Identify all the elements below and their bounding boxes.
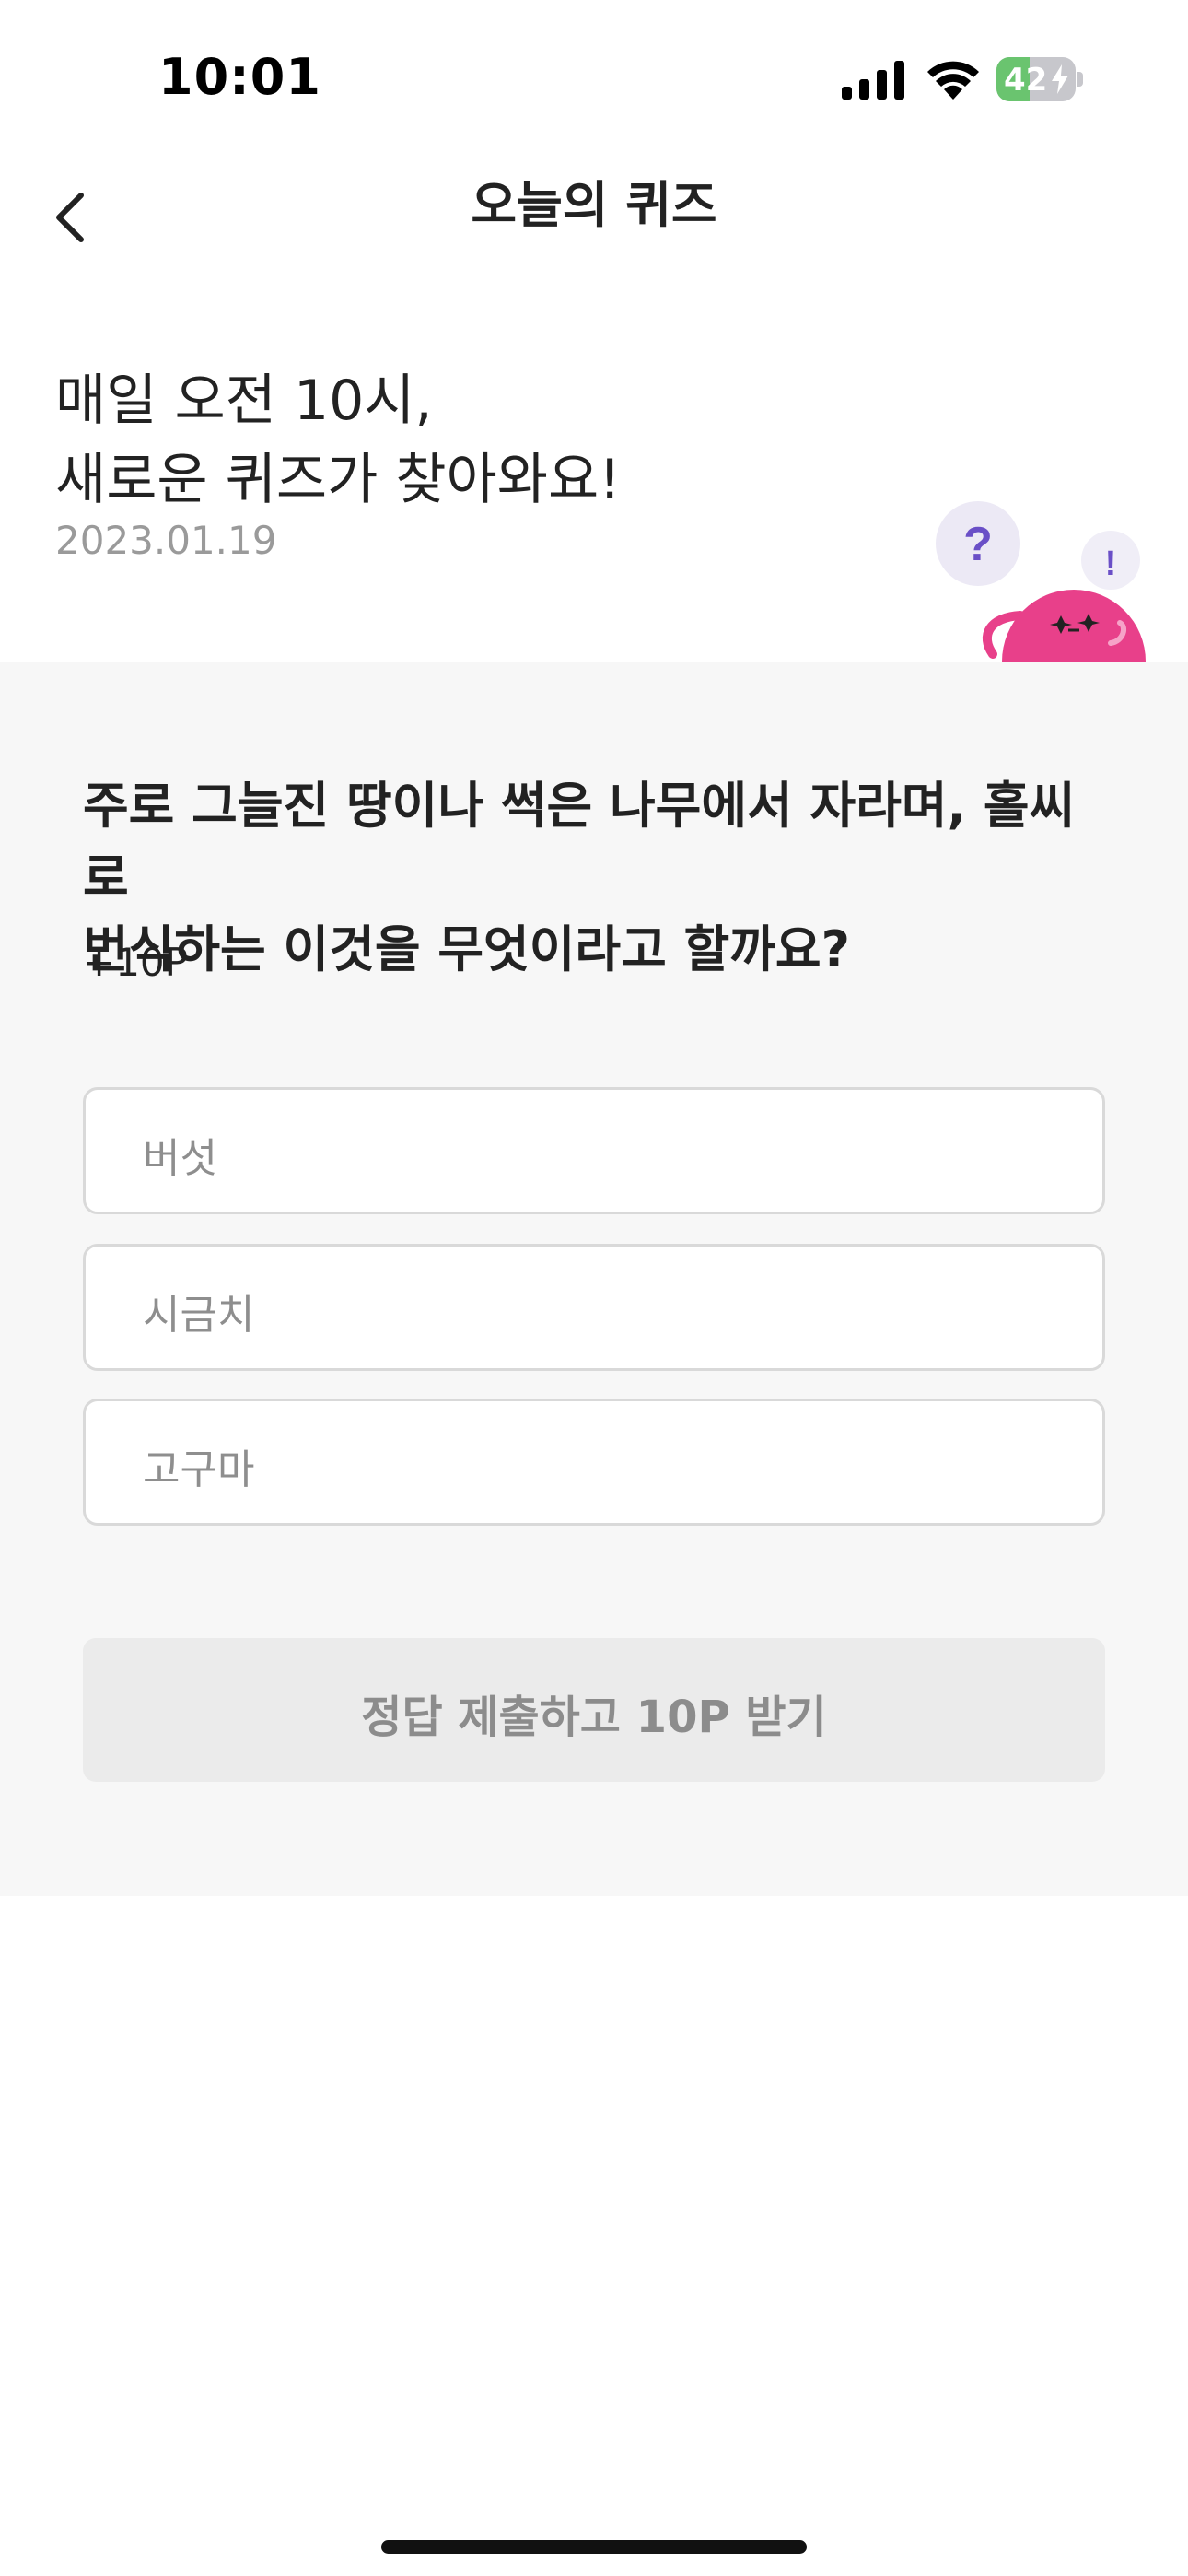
exclamation-mark-text: !: [1105, 544, 1117, 583]
back-button[interactable]: [37, 173, 111, 256]
signal-icon: [842, 61, 904, 100]
intro-headline: 매일 오전 10시, 새로운 퀴즈가 찾아와요!: [55, 361, 884, 520]
answer-option-mushroom[interactable]: 버섯: [83, 1087, 1105, 1214]
answer-option-label: 버섯: [143, 1135, 217, 1182]
battery-icon: 42: [996, 57, 1083, 101]
intro-headline-line2: 새로운 퀴즈가 찾아와요!: [55, 448, 622, 512]
battery-cap: [1077, 72, 1083, 87]
page-title: 오늘의 퀴즈: [471, 176, 717, 234]
intro-headline-line1: 매일 오전 10시,: [55, 369, 433, 433]
question-mark-text: ?: [963, 518, 993, 571]
submit-answer-label: 정답 제출하고 10P 받기: [361, 1692, 827, 1743]
battery-level: 42: [1004, 62, 1048, 99]
mascot-illustration: ? !: [936, 501, 1146, 663]
status-bar: 10:01 42: [0, 0, 1188, 157]
quiz-question-line2: 번식하는 이것을 무엇이라고 할까요?: [83, 920, 850, 978]
chevron-left-icon: [56, 193, 84, 242]
quiz-date: 2023.01.19: [55, 518, 277, 563]
charging-bolt-icon: [1052, 64, 1068, 94]
quiz-card: 주로 그늘진 땅이나 썩은 나무에서 자라며, 홀씨로 번식하는 이것을 무엇이…: [0, 662, 1188, 1896]
status-time: 10:01: [158, 48, 321, 106]
answer-option-label: 고구마: [143, 1446, 255, 1493]
battery-body: 42: [996, 57, 1076, 101]
quiz-screen: 10:01 42 오늘의 퀴즈 매일 오전 10시, 새로운 퀴즈가 찾아와요!…: [0, 0, 1188, 2576]
quiz-question-line1: 주로 그늘진 땅이나 썩은 나무에서 자라며, 홀씨로: [83, 777, 1076, 907]
submit-answer-button[interactable]: 정답 제출하고 10P 받기: [83, 1638, 1105, 1782]
answer-option-spinach[interactable]: 시금치: [83, 1244, 1105, 1371]
reward-points: +10P: [83, 940, 188, 985]
wifi-icon: [927, 61, 979, 100]
home-indicator[interactable]: [381, 2540, 807, 2554]
answer-option-label: 시금치: [143, 1292, 255, 1339]
nav-bar: 오늘의 퀴즈: [0, 157, 1188, 276]
quiz-question: 주로 그늘진 땅이나 썩은 나무에서 자라며, 홀씨로 번식하는 이것을 무엇이…: [83, 770, 1114, 986]
answer-option-sweet-potato[interactable]: 고구마: [83, 1399, 1105, 1526]
